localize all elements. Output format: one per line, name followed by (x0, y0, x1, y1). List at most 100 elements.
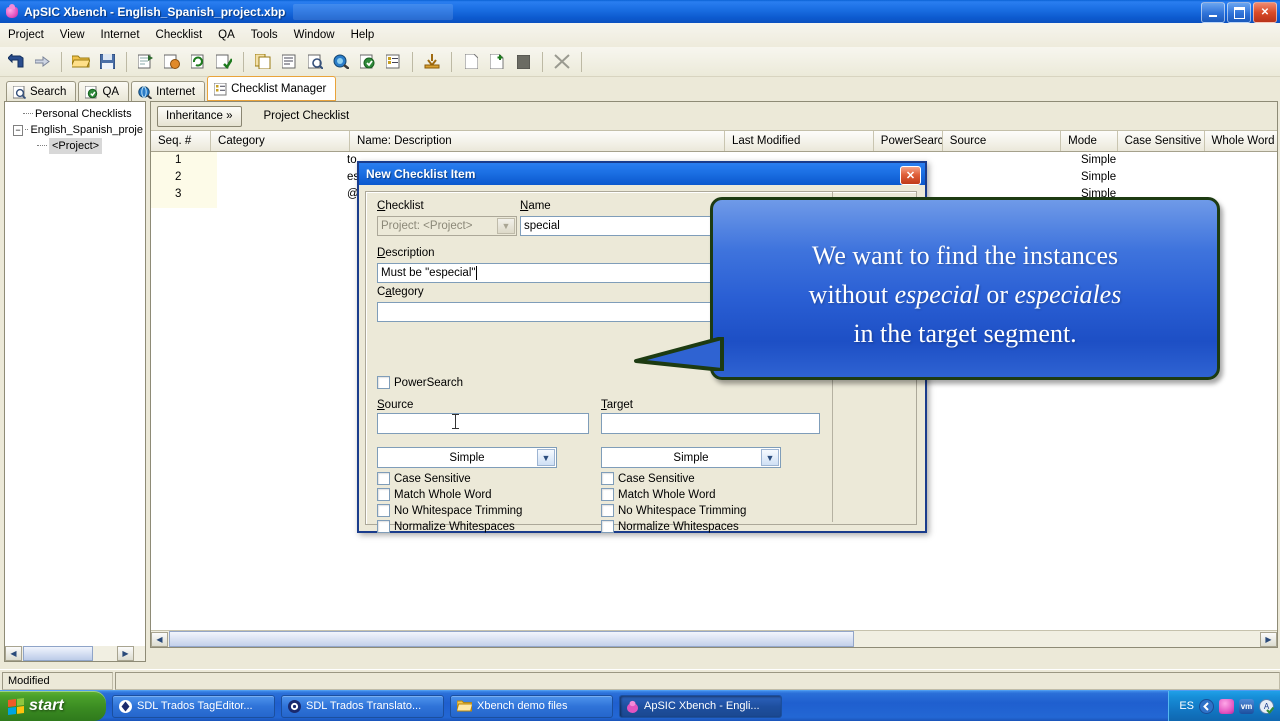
close-button[interactable]: ✕ (1253, 2, 1277, 23)
forward-icon[interactable] (30, 50, 54, 74)
target-match-whole-word-checkbox[interactable] (601, 488, 614, 501)
toolbar-separator (542, 51, 543, 72)
add-file-icon[interactable] (485, 50, 509, 74)
taskbar-item-trados-tageditor[interactable]: SDL Trados TagEditor... (112, 694, 275, 718)
inheritance-button[interactable]: Inheritance » (157, 105, 242, 127)
properties-icon[interactable] (160, 50, 184, 74)
save-icon[interactable] (95, 50, 119, 74)
scroll-left-icon[interactable]: ◀ (5, 646, 22, 661)
start-button[interactable]: start (0, 691, 106, 721)
source-no-whitespace-trimming-checkbox[interactable] (377, 504, 390, 517)
column-header-seq[interactable]: Seq. # (151, 131, 212, 151)
maximize-button[interactable] (1227, 2, 1251, 23)
column-header-whole-word[interactable]: Whole Word (1205, 131, 1277, 151)
tree-horizontal-scrollbar[interactable]: ◀ ▶ (4, 646, 146, 662)
tree-item-english-spanish-project[interactable]: − English_Spanish_proje (9, 122, 143, 138)
powersearch-checkbox-row[interactable]: PowerSearch (377, 376, 463, 389)
target-no-whitespace-trimming-checkbox[interactable] (601, 504, 614, 517)
scroll-right-icon[interactable]: ▶ (117, 646, 134, 661)
antivirus-tray-icon[interactable]: A (1259, 698, 1274, 714)
show-hidden-icons[interactable] (1199, 698, 1214, 714)
taskbar-item-xbench-demo-files[interactable]: Xbench demo files (450, 694, 613, 718)
new-file-icon[interactable] (459, 50, 483, 74)
spellcheck-icon[interactable] (212, 50, 236, 74)
table-row[interactable]: 2 (175, 171, 181, 188)
dialog-close-button[interactable]: ✕ (900, 166, 921, 185)
column-header-category[interactable]: Category (211, 131, 351, 151)
target-match-whole-word-row[interactable]: Match Whole Word (601, 488, 716, 501)
column-header-powersearch[interactable]: PowerSearch (874, 131, 943, 151)
tab-checklist-manager[interactable]: Checklist Manager (207, 76, 337, 102)
powersearch-checkbox[interactable] (377, 376, 390, 389)
menu-item-tools[interactable]: Tools (243, 27, 286, 43)
tree-item-personal-checklists[interactable]: Personal Checklists (9, 106, 143, 122)
target-case-sensitive-row[interactable]: Case Sensitive (601, 472, 695, 485)
scroll-thumb[interactable] (23, 646, 93, 661)
export-icon[interactable] (420, 50, 444, 74)
menu-item-checklist[interactable]: Checklist (148, 27, 211, 43)
open-project-icon[interactable] (69, 50, 93, 74)
source-match-whole-word-checkbox[interactable] (377, 488, 390, 501)
table-row[interactable]: 3 (175, 188, 181, 205)
column-header-source[interactable]: Source (943, 131, 1062, 151)
qa-icon[interactable] (355, 50, 379, 74)
tree-expander-icon[interactable]: − (13, 124, 23, 136)
close-x-icon[interactable] (550, 50, 574, 74)
source-case-sensitive-checkbox[interactable] (377, 472, 390, 485)
target-input[interactable] (601, 413, 820, 434)
source-normalize-whitespaces-row[interactable]: Normalize Whitespaces (377, 520, 515, 533)
column-header-mode[interactable]: Mode (1061, 131, 1118, 151)
source-normalize-whitespaces-checkbox[interactable] (377, 520, 390, 533)
menu-item-project[interactable]: Project (0, 27, 52, 43)
taskbar-item-label: Xbench demo files (477, 700, 568, 712)
tab-search[interactable]: Search (6, 81, 77, 102)
table-row[interactable]: 1 (175, 154, 181, 171)
menu-item-window[interactable]: Window (286, 27, 343, 43)
seq-column-highlight (151, 152, 217, 208)
name-field-label: Name (520, 200, 551, 212)
tab-qa-label: QA (102, 86, 120, 98)
chevron-down-icon[interactable]: ▼ (537, 449, 555, 466)
source-case-sensitive-row[interactable]: Case Sensitive (377, 472, 471, 485)
source-mode-dropdown[interactable]: Simple ▼ (377, 447, 557, 468)
tree-item-project[interactable]: <Project> (9, 138, 143, 154)
taskbar-item-label: ApSIC Xbench - Engli... (644, 700, 760, 712)
taskbar-item-trados-translator[interactable]: SDL Trados Translato... (281, 694, 444, 718)
find-icon[interactable] (303, 50, 327, 74)
target-no-whitespace-trimming-row[interactable]: No Whitespace Trimming (601, 504, 746, 517)
column-header-case-sensitive[interactable]: Case Sensitive (1118, 131, 1205, 151)
column-header-name-description[interactable]: Name: Description (350, 131, 725, 151)
scroll-left-icon[interactable]: ◀ (151, 631, 168, 647)
refresh-icon[interactable] (186, 50, 210, 74)
tab-internet[interactable]: Internet (131, 81, 206, 102)
minimize-button[interactable] (1201, 2, 1225, 23)
menu-item-qa[interactable]: QA (210, 27, 243, 43)
grid-horizontal-scrollbar[interactable]: ◀ ▶ (151, 630, 1277, 647)
target-case-sensitive-checkbox[interactable] (601, 472, 614, 485)
column-header-last-modified[interactable]: Last Modified (725, 131, 874, 151)
target-normalize-whitespaces-row[interactable]: Normalize Whitespaces (601, 520, 739, 533)
target-normalize-whitespaces-checkbox[interactable] (601, 520, 614, 533)
menu-item-help[interactable]: Help (343, 27, 383, 43)
tray-language-indicator[interactable]: ES (1179, 700, 1194, 712)
scroll-thumb[interactable] (169, 631, 854, 647)
taskbar-item-apsic-xbench[interactable]: ApSIC Xbench - Engli... (619, 694, 782, 718)
tab-qa[interactable]: QA (78, 81, 130, 102)
list-icon[interactable] (277, 50, 301, 74)
search-internet-icon[interactable] (329, 50, 353, 74)
scroll-right-icon[interactable]: ▶ (1260, 631, 1277, 647)
vm-tray-icon[interactable]: vm (1239, 698, 1254, 714)
target-mode-dropdown[interactable]: Simple ▼ (601, 447, 781, 468)
chevron-down-icon[interactable]: ▼ (761, 449, 779, 466)
source-match-whole-word-row[interactable]: Match Whole Word (377, 488, 492, 501)
checklist-icon[interactable] (381, 50, 405, 74)
source-no-whitespace-trimming-row[interactable]: No Whitespace Trimming (377, 504, 522, 517)
stop-icon[interactable] (511, 50, 535, 74)
new-search-icon[interactable] (134, 50, 158, 74)
copy-icon[interactable] (251, 50, 275, 74)
source-input[interactable] (377, 413, 589, 434)
back-icon[interactable] (4, 50, 28, 74)
xbench-tray-icon[interactable] (1219, 698, 1234, 714)
menu-item-view[interactable]: View (52, 27, 93, 43)
menu-item-internet[interactable]: Internet (93, 27, 148, 43)
